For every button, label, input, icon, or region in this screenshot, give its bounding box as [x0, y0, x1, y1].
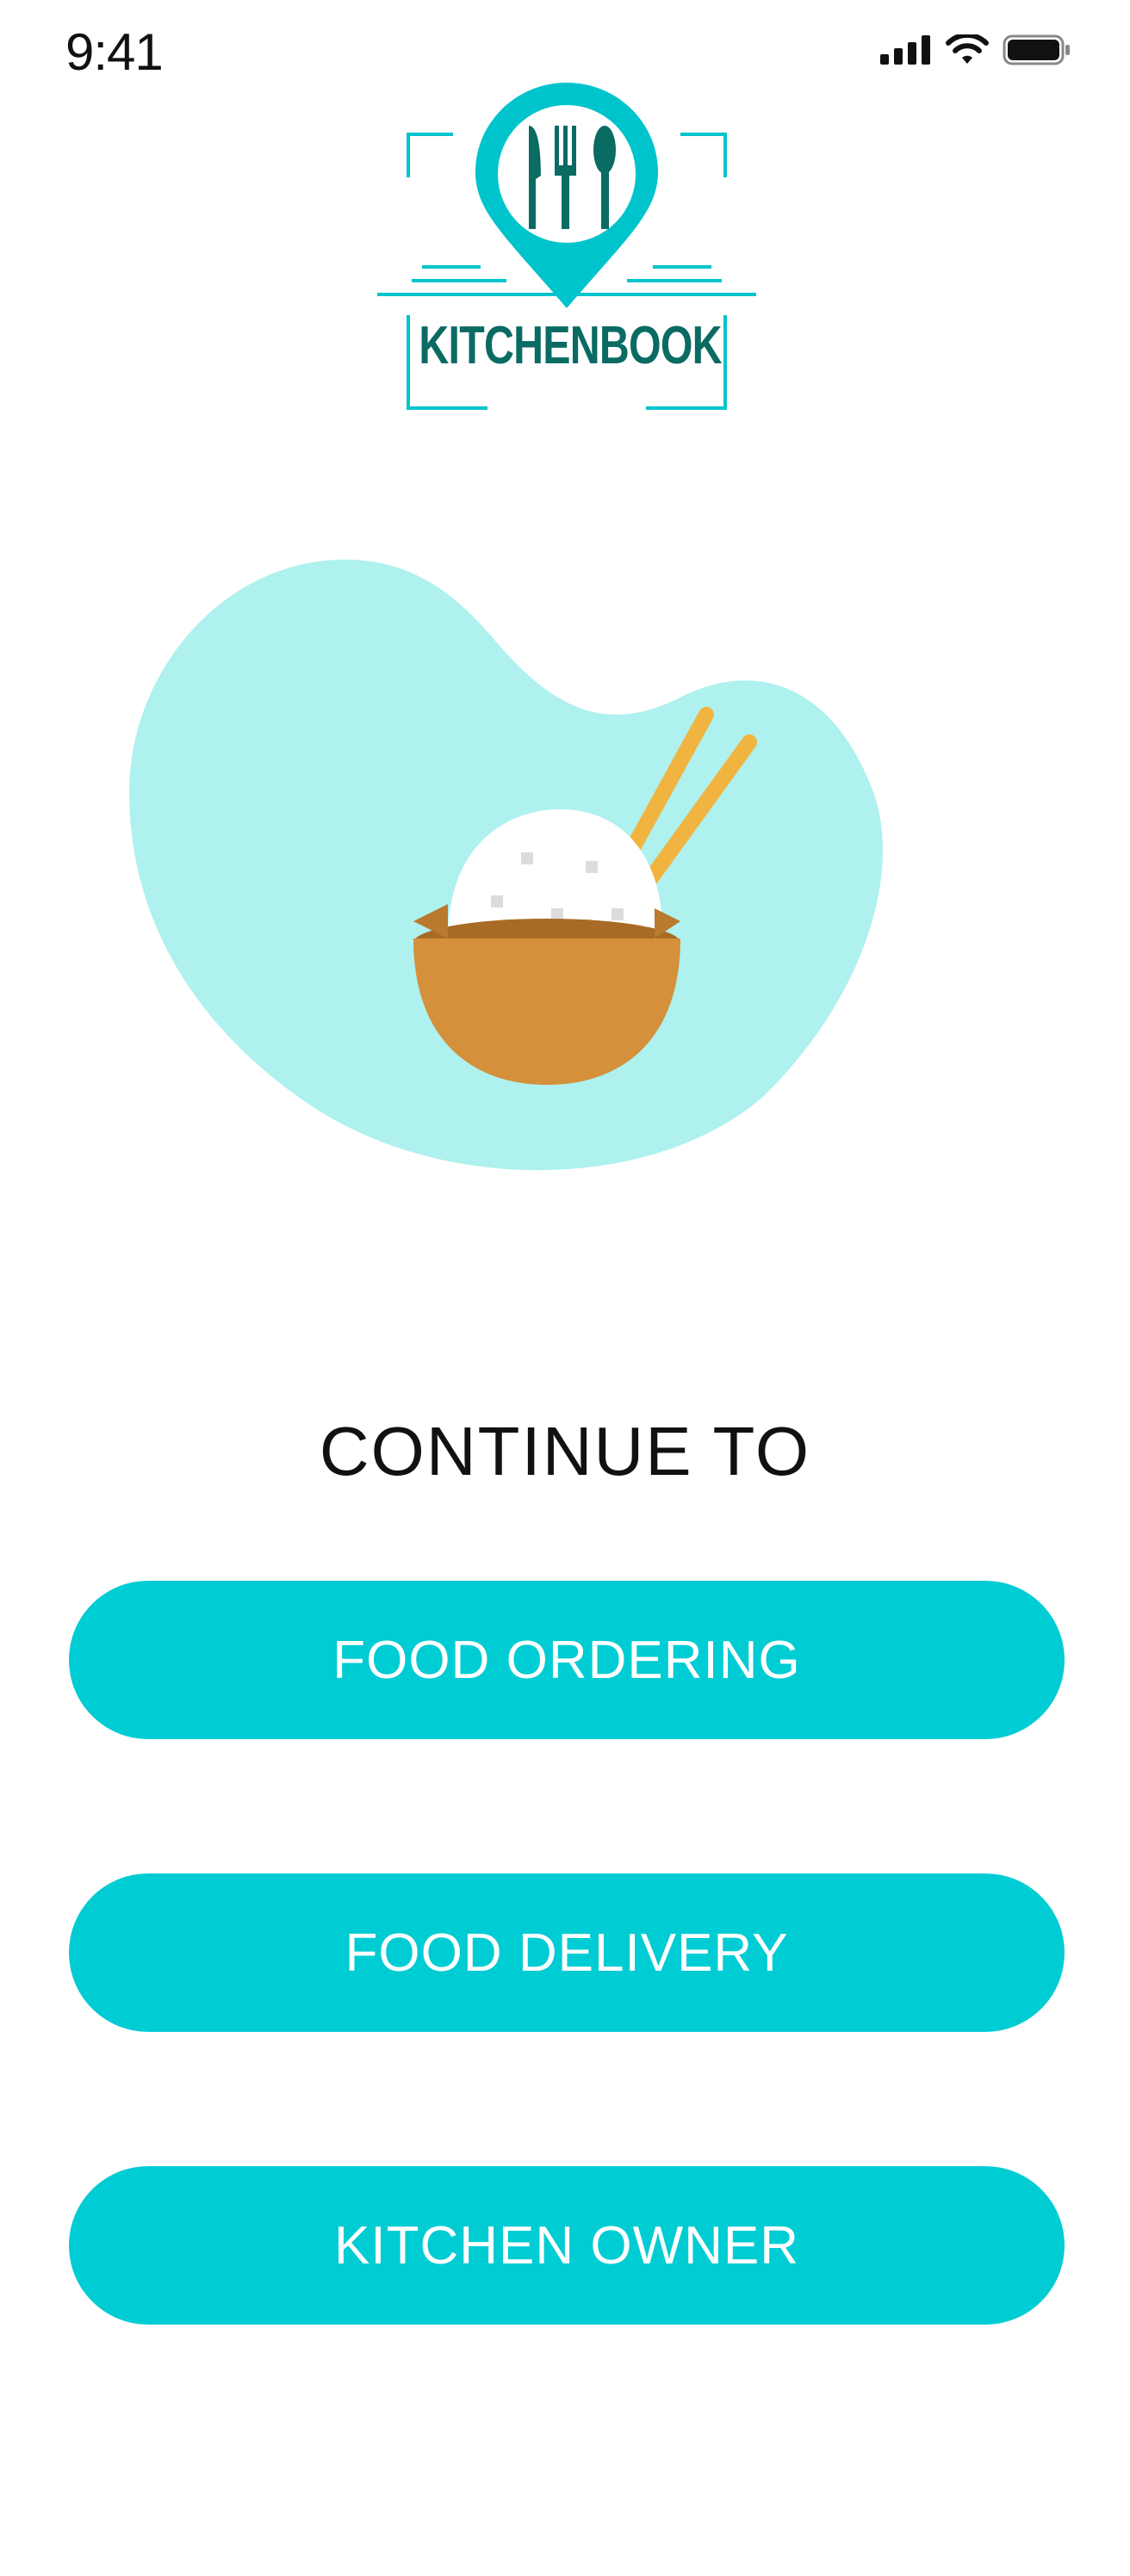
hero-illustration [129, 560, 990, 1188]
food-delivery-button[interactable]: FOOD DELIVERY [69, 1873, 1065, 2032]
cellular-signal-icon [880, 35, 930, 65]
food-ordering-button[interactable]: FOOD ORDERING [69, 1581, 1065, 1739]
battery-icon [1003, 34, 1070, 65]
continue-heading: CONTINUE TO [319, 1413, 811, 1489]
wifi-icon [946, 34, 989, 64]
logo-text: KITCHENBOOK [419, 316, 722, 375]
rice-bowl-chopsticks-illustration [129, 560, 883, 1171]
status-time: 9:41 [65, 23, 164, 81]
kitchen-owner-button[interactable]: KITCHEN OWNER [69, 2166, 1065, 2325]
app-logo: KITCHENBOOK [377, 83, 756, 413]
status-icons [880, 34, 1071, 65]
